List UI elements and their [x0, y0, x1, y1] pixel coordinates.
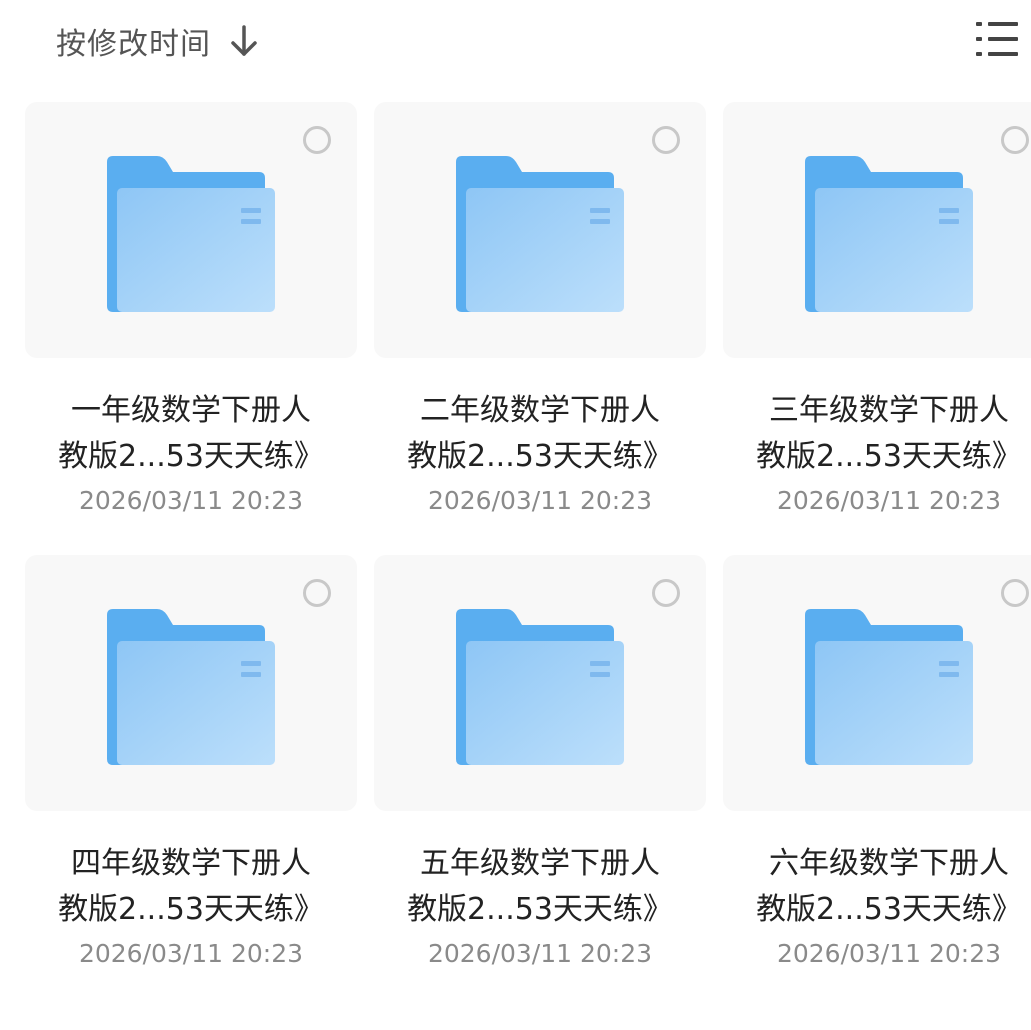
folder-date: 2026/03/11 20:23 [427, 486, 653, 515]
folder-icon [456, 609, 624, 765]
folder-item[interactable]: 二年级数学下册人 教版2...53天天练》 2026/03/11 20:23 [374, 102, 706, 522]
select-checkbox[interactable] [303, 579, 331, 607]
folder-item[interactable]: 三年级数学下册人 教版2...53天天练》 2026/03/11 20:23 [723, 102, 1031, 522]
select-checkbox[interactable] [1001, 579, 1029, 607]
sort-label: 按修改时间 [56, 27, 211, 62]
sort-by-modified-time-button[interactable]: 按修改时间 [56, 16, 259, 66]
folder-icon [107, 609, 275, 765]
folder-thumbnail [25, 555, 357, 811]
top-toolbar: 按修改时间 [0, 0, 1031, 82]
folder-item[interactable]: 五年级数学下册人 教版2...53天天练》 2026/03/11 20:23 [374, 555, 706, 975]
folder-icon [805, 156, 973, 312]
folder-date: 2026/03/11 20:23 [427, 939, 653, 968]
folder-name: 三年级数学下册人 教版2...53天天练》 [756, 393, 1022, 474]
select-checkbox[interactable] [1001, 126, 1029, 154]
folder-item[interactable]: 六年级数学下册人 教版2...53天天练》 2026/03/11 20:23 [723, 555, 1031, 975]
select-checkbox[interactable] [303, 126, 331, 154]
folder-date: 2026/03/11 20:23 [776, 486, 1002, 515]
folder-item[interactable]: 一年级数学下册人 教版2...53天天练》 2026/03/11 20:23 [25, 102, 357, 522]
folder-name: 四年级数学下册人 教版2...53天天练》 [58, 846, 324, 927]
folder-name: 六年级数学下册人 教版2...53天天练》 [756, 846, 1022, 927]
folder-thumbnail [374, 555, 706, 811]
folder-thumbnail [25, 102, 357, 358]
select-checkbox[interactable] [652, 126, 680, 154]
folder-item[interactable]: 四年级数学下册人 教版2...53天天练》 2026/03/11 20:23 [25, 555, 357, 975]
folder-name: 一年级数学下册人 教版2...53天天练》 [58, 393, 324, 474]
folder-date: 2026/03/11 20:23 [776, 939, 1002, 968]
select-checkbox[interactable] [652, 579, 680, 607]
folder-name: 二年级数学下册人 教版2...53天天练》 [407, 393, 673, 474]
arrow-down-icon [229, 24, 259, 58]
folder-date: 2026/03/11 20:23 [78, 486, 304, 515]
folder-thumbnail [723, 555, 1031, 811]
folder-name: 五年级数学下册人 教版2...53天天练》 [407, 846, 673, 927]
folder-icon [107, 156, 275, 312]
folder-thumbnail [374, 102, 706, 358]
list-view-icon[interactable] [974, 18, 1020, 60]
folder-icon [805, 609, 973, 765]
folder-thumbnail [723, 102, 1031, 358]
folder-date: 2026/03/11 20:23 [78, 939, 304, 968]
folder-icon [456, 156, 624, 312]
